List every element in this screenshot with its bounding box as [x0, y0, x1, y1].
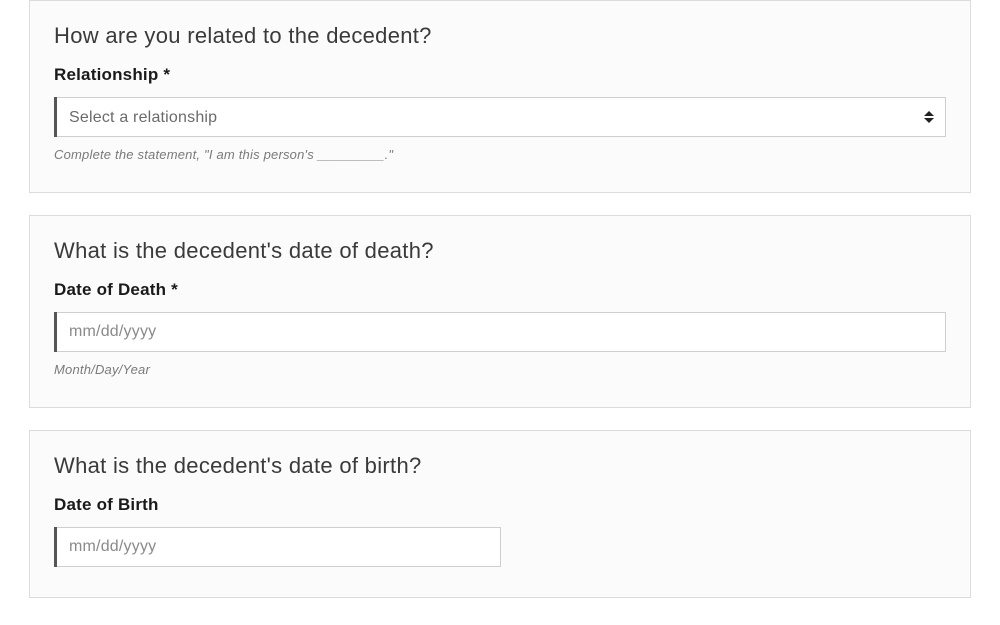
date-of-birth-label: Date of Birth — [54, 495, 946, 515]
date-of-birth-heading: What is the decedent's date of birth? — [54, 453, 946, 479]
relationship-select[interactable]: Select a relationship — [57, 97, 946, 137]
relationship-help: Complete the statement, "I am this perso… — [54, 147, 946, 162]
date-of-death-section: What is the decedent's date of death? Da… — [29, 215, 971, 408]
date-of-death-label: Date of Death * — [54, 280, 946, 300]
date-of-death-help: Month/Day/Year — [54, 362, 946, 377]
date-of-death-input[interactable] — [57, 312, 946, 352]
date-of-death-heading: What is the decedent's date of death? — [54, 238, 946, 264]
date-of-birth-input-wrap — [54, 527, 501, 567]
relationship-input-wrap: Select a relationship — [54, 97, 946, 137]
relationship-label: Relationship * — [54, 65, 946, 85]
relationship-heading: How are you related to the decedent? — [54, 23, 946, 49]
date-of-birth-input[interactable] — [57, 527, 501, 567]
date-of-death-input-wrap — [54, 312, 946, 352]
date-of-birth-section: What is the decedent's date of birth? Da… — [29, 430, 971, 598]
relationship-section: How are you related to the decedent? Rel… — [29, 0, 971, 193]
